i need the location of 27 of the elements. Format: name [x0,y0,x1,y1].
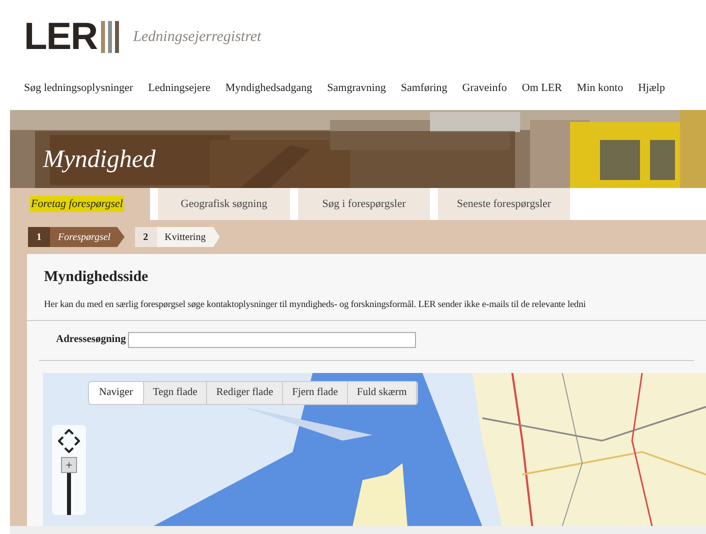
zoom-in-button[interactable]: + [61,456,77,473]
logo-tagline: Ledningsejerregistret [133,28,262,47]
nav-link[interactable]: Søg ledningsoplysninger [24,80,134,96]
logo-mark: LER [24,18,98,56]
tab[interactable]: Foretag forespørgsel [10,188,150,220]
tab[interactable]: Geografisk søgning [158,188,290,220]
stripes-icon [101,21,122,53]
field-label: Adressesøgning [56,333,126,348]
nav-link[interactable]: Ledningsejere [148,80,210,96]
nav-link[interactable]: Samføring [400,80,448,96]
pan-icon[interactable] [58,428,80,453]
nav-link[interactable]: Graveinfo [462,80,507,96]
nav-link[interactable]: Min konto [576,80,624,96]
nav-link[interactable]: Samgravning [327,80,386,96]
intro-text: Her kan du med en særlig forespørgsel søge kontaktoplysninger til myndigheds- og forskningsformål. LER sender ikke e-mails til de relevante ledni [44,298,587,312]
page-title: Myndighed [43,144,156,175]
nav-link[interactable]: Om LER [522,80,562,96]
zoom-slider[interactable] [67,472,71,515]
address-field[interactable] [128,332,416,348]
nav-link[interactable]: Myndighedsadgang [225,80,312,96]
step-indicator: 2 Kvittering [134,227,220,247]
map-tool-button[interactable]: Naviger [89,382,144,404]
step-indicator: 1 Forespørgsel [28,227,125,247]
tab[interactable]: Søg i forespørgsler [298,188,430,220]
tab[interactable]: Seneste forespørgsler [438,188,570,220]
section-heading: Myndighedsside [44,268,150,287]
nav-link[interactable]: Hjælp [638,80,665,96]
